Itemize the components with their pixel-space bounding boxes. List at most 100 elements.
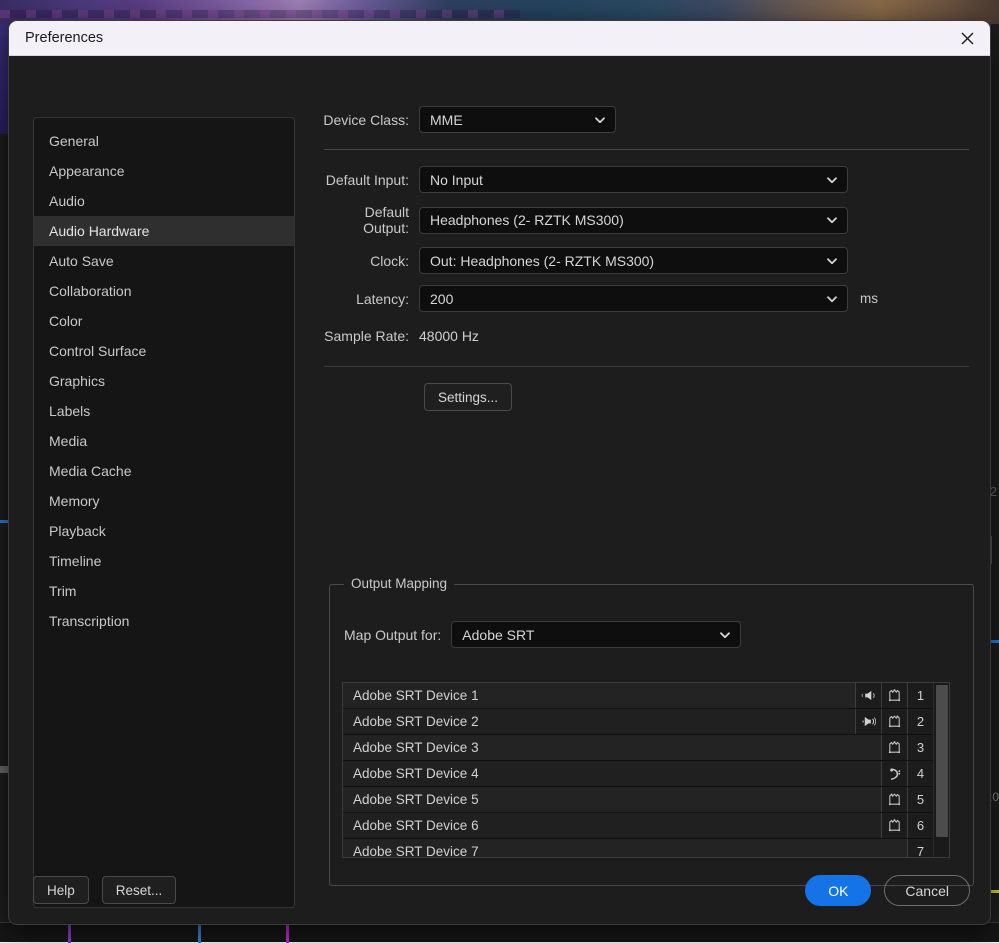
table-row[interactable]: Adobe SRT Device 7 7 xyxy=(343,839,933,857)
cancel-button[interactable]: Cancel xyxy=(884,875,970,906)
timeline-marker xyxy=(68,925,71,943)
footer-left-buttons: Help Reset... xyxy=(33,876,176,904)
clip-frame-icon[interactable] xyxy=(881,709,907,734)
reset-button[interactable]: Reset... xyxy=(102,876,177,904)
map-output-value: Adobe SRT xyxy=(462,627,534,643)
preferences-dialog: Preferences General Appearance Audio Aud… xyxy=(8,20,991,925)
device-name: Adobe SRT Device 3 xyxy=(343,740,881,755)
device-class-label: Device Class: xyxy=(319,112,419,128)
channel-number[interactable]: 1 xyxy=(907,683,933,708)
dialog-body: General Appearance Audio Audio Hardware … xyxy=(9,56,990,925)
output-mapping-group: Output Mapping Map Output for: Adobe SRT… xyxy=(329,584,974,886)
clock-dropdown[interactable]: Out: Headphones (2- RZTK MS300) xyxy=(419,247,848,274)
table-row[interactable]: Adobe SRT Device 4 4 xyxy=(343,761,933,787)
channel-number[interactable]: 7 xyxy=(907,839,933,857)
chevron-down-icon xyxy=(826,255,838,267)
default-output-value: Headphones (2- RZTK MS300) xyxy=(430,212,624,228)
clock-value: Out: Headphones (2- RZTK MS300) xyxy=(430,253,654,269)
sidebar-item-graphics[interactable]: Graphics xyxy=(34,366,294,396)
table-row[interactable]: Adobe SRT Device 6 6 xyxy=(343,813,933,839)
sidebar-item-memory[interactable]: Memory xyxy=(34,486,294,516)
ok-button[interactable]: OK xyxy=(805,875,871,906)
sidebar-item-audio-hardware[interactable]: Audio Hardware xyxy=(34,216,294,246)
clock-row: Clock: Out: Headphones (2- RZTK MS300) xyxy=(319,247,969,274)
device-name: Adobe SRT Device 1 xyxy=(343,688,855,703)
latency-dropdown[interactable]: 200 xyxy=(419,285,848,312)
map-output-label: Map Output for: xyxy=(344,627,441,643)
device-name: Adobe SRT Device 2 xyxy=(343,714,855,729)
channel-number[interactable]: 2 xyxy=(907,709,933,734)
sidebar-item-general[interactable]: General xyxy=(34,126,294,156)
sidebar-item-timeline[interactable]: Timeline xyxy=(34,546,294,576)
sidebar-item-trim[interactable]: Trim xyxy=(34,576,294,606)
chevron-down-icon xyxy=(594,114,606,126)
section-divider-bottom xyxy=(324,366,969,367)
sidebar-item-playback[interactable]: Playback xyxy=(34,516,294,546)
map-output-row: Map Output for: Adobe SRT xyxy=(344,621,741,648)
speaker-right-icon[interactable] xyxy=(855,709,881,734)
sidebar-item-auto-save[interactable]: Auto Save xyxy=(34,246,294,276)
sidebar-item-color[interactable]: Color xyxy=(34,306,294,336)
sidebar-item-appearance[interactable]: Appearance xyxy=(34,156,294,186)
channel-number[interactable]: 3 xyxy=(907,735,933,760)
device-list-scrollbar[interactable] xyxy=(933,683,949,857)
sidebar-item-media-cache[interactable]: Media Cache xyxy=(34,456,294,486)
help-button[interactable]: Help xyxy=(33,876,89,904)
clip-frame-icon[interactable] xyxy=(881,787,907,812)
settings-button[interactable]: Settings... xyxy=(424,383,512,411)
latency-label: Latency: xyxy=(319,291,419,307)
bass-clef-icon[interactable] xyxy=(881,761,907,786)
clip-frame-icon[interactable] xyxy=(881,735,907,760)
chevron-down-icon xyxy=(719,629,731,641)
sidebar-item-media[interactable]: Media xyxy=(34,426,294,456)
sample-rate-value: 48000 Hz xyxy=(419,328,479,344)
channel-number[interactable]: 4 xyxy=(907,761,933,786)
default-input-dropdown[interactable]: No Input xyxy=(419,166,848,193)
device-rows: Adobe SRT Device 1 xyxy=(343,683,933,857)
latency-value: 200 xyxy=(430,291,453,307)
device-class-value: MME xyxy=(430,112,463,128)
timeline-marker xyxy=(286,925,289,943)
sidebar-item-labels[interactable]: Labels xyxy=(34,396,294,426)
clip-frame-icon[interactable] xyxy=(881,683,907,708)
sample-rate-row: Sample Rate: 48000 Hz xyxy=(319,328,969,344)
channel-number[interactable]: 5 xyxy=(907,787,933,812)
close-icon[interactable] xyxy=(944,21,990,56)
speaker-left-icon[interactable] xyxy=(855,683,881,708)
device-class-dropdown[interactable]: MME xyxy=(419,106,616,133)
sidebar-item-audio[interactable]: Audio xyxy=(34,186,294,216)
chevron-down-icon xyxy=(826,174,838,186)
default-input-row: Default Input: No Input xyxy=(319,166,969,193)
sidebar-item-control-surface[interactable]: Control Surface xyxy=(34,336,294,366)
section-divider-top xyxy=(324,149,969,150)
default-output-row: Default Output: Headphones (2- RZTK MS30… xyxy=(319,204,969,236)
default-input-value: No Input xyxy=(430,172,483,188)
background-timeline xyxy=(0,922,999,942)
table-row[interactable]: Adobe SRT Device 3 3 xyxy=(343,735,933,761)
sidebar-item-transcription[interactable]: Transcription xyxy=(34,606,294,636)
dialog-title: Preferences xyxy=(25,30,103,46)
clock-label: Clock: xyxy=(319,253,419,269)
scrollbar-thumb[interactable] xyxy=(936,685,948,837)
default-output-label: Default Output: xyxy=(319,204,419,236)
clip-frame-icon[interactable] xyxy=(881,813,907,838)
device-name: Adobe SRT Device 7 xyxy=(343,844,907,857)
chevron-down-icon xyxy=(826,214,838,226)
table-row[interactable]: Adobe SRT Device 2 xyxy=(343,709,933,735)
settings-panel: Device Class: MME Default Input: No Inpu… xyxy=(319,106,969,411)
device-mapping-list: Adobe SRT Device 1 xyxy=(342,682,950,858)
device-name: Adobe SRT Device 5 xyxy=(343,792,881,807)
device-class-row: Device Class: MME xyxy=(319,106,969,133)
table-row[interactable]: Adobe SRT Device 5 5 xyxy=(343,787,933,813)
table-row[interactable]: Adobe SRT Device 1 xyxy=(343,683,933,709)
sidebar-item-collaboration[interactable]: Collaboration xyxy=(34,276,294,306)
channel-number[interactable]: 6 xyxy=(907,813,933,838)
chevron-down-icon xyxy=(826,293,838,305)
default-output-dropdown[interactable]: Headphones (2- RZTK MS300) xyxy=(419,207,848,234)
output-mapping-legend: Output Mapping xyxy=(344,576,454,591)
map-output-dropdown[interactable]: Adobe SRT xyxy=(451,621,741,648)
default-input-label: Default Input: xyxy=(319,172,419,188)
category-sidebar: General Appearance Audio Audio Hardware … xyxy=(33,117,295,908)
latency-unit: ms xyxy=(860,291,878,306)
device-name: Adobe SRT Device 6 xyxy=(343,818,881,833)
